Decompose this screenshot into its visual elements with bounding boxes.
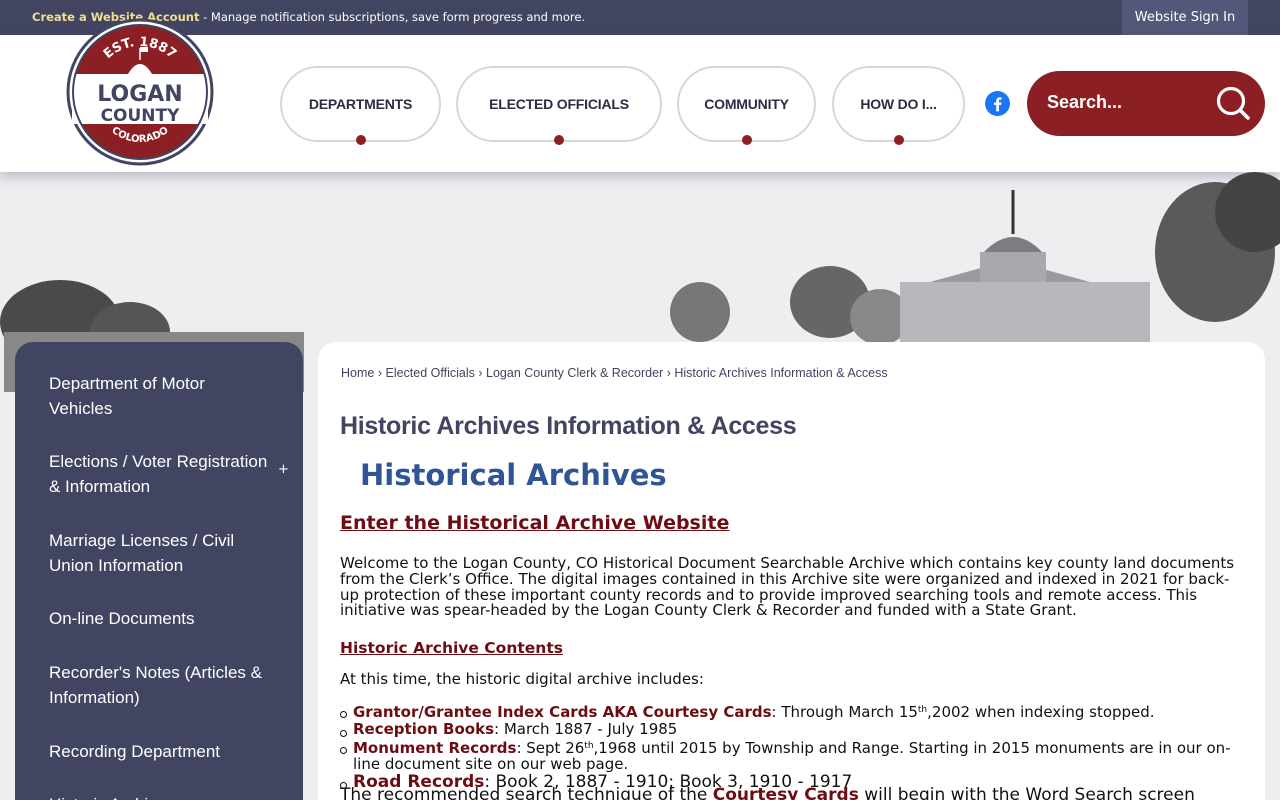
tail-text: will begin with the Word Search screen bbox=[858, 785, 1195, 800]
search-icon[interactable] bbox=[1214, 84, 1252, 122]
nav-dot bbox=[741, 135, 752, 145]
sidebar-item-recording-department[interactable]: Recording Department bbox=[49, 739, 269, 764]
main-content: Home › Elected Officials › Logan County … bbox=[318, 342, 1265, 800]
archive-contents-link[interactable]: Historic Archive Contents bbox=[340, 639, 563, 657]
breadcrumb-home[interactable]: Home bbox=[341, 366, 374, 380]
nav-how-do-i-label: HOW DO I... bbox=[860, 96, 937, 112]
breadcrumb: Home › Elected Officials › Logan County … bbox=[341, 366, 888, 380]
breadcrumb-separator: › bbox=[377, 366, 382, 380]
nav-dot bbox=[554, 135, 564, 145]
sidebar-item-recorders-notes[interactable]: Recorder's Notes (Articles & Information… bbox=[49, 660, 269, 710]
nav-community-label: COMMUNITY bbox=[704, 96, 789, 112]
sidebar-item-elections[interactable]: Elections / Voter Registration & Informa… bbox=[49, 449, 269, 499]
welcome-paragraph: Welcome to the Logan County, CO Historic… bbox=[340, 554, 1235, 620]
list-item-title[interactable]: Grantor/Grantee Index Cards AKA Courtesy… bbox=[353, 703, 772, 721]
logo-name-line2: COUNTY bbox=[101, 106, 181, 126]
facebook-icon[interactable] bbox=[985, 91, 1010, 116]
archive-contents-list: Grantor/Grantee Index Cards AKA Courtesy… bbox=[340, 702, 1245, 793]
nav-elected-officials-label: ELECTED OFFICIALS bbox=[489, 96, 629, 112]
courtesy-cards-link[interactable]: Courtesy Cards bbox=[713, 785, 859, 800]
nav-community[interactable]: COMMUNITY bbox=[677, 66, 816, 145]
breadcrumb-elected-officials[interactable]: Elected Officials bbox=[385, 366, 474, 380]
breadcrumb-clerk-recorder[interactable]: Logan County Clerk & Recorder bbox=[486, 366, 663, 380]
tail-text: The recommended search technique of the bbox=[340, 785, 713, 800]
search-technique-text: The recommended search technique of the … bbox=[340, 785, 1245, 800]
breadcrumb-separator: › bbox=[478, 366, 483, 380]
sidebar-item-online-documents[interactable]: On-line Documents bbox=[49, 606, 269, 631]
enter-archive-link[interactable]: Enter the Historical Archive Website bbox=[340, 512, 729, 534]
sidebar-item-historic-archives[interactable]: Historic Archives bbox=[49, 792, 269, 800]
search-input[interactable]: Search... bbox=[1047, 92, 1122, 113]
sign-in-button[interactable]: Website Sign In bbox=[1122, 0, 1248, 35]
section-heading: Historical Archives bbox=[360, 458, 667, 492]
breadcrumb-separator: › bbox=[666, 366, 671, 380]
list-item-text: : March 1887 - July 1985 bbox=[494, 720, 678, 738]
account-message-text: - Manage notification subscriptions, sav… bbox=[199, 10, 586, 24]
logo-name-line1: LOGAN bbox=[97, 82, 182, 107]
list-item-text: : Through March 15 bbox=[771, 703, 918, 721]
list-item-sup: th bbox=[917, 705, 928, 715]
list-item-text: ,2002 when indexing stopped. bbox=[927, 703, 1155, 721]
nav-elected-officials[interactable]: ELECTED OFFICIALS bbox=[456, 66, 662, 145]
nav-departments[interactable]: DEPARTMENTS bbox=[280, 66, 441, 145]
expand-icon[interactable]: + bbox=[278, 462, 289, 477]
list-item: Grantor/Grantee Index Cards AKA Courtesy… bbox=[340, 702, 1245, 720]
list-item-sup: th bbox=[584, 741, 594, 751]
list-item: Monument Records: Sept 26th,1968 until 2… bbox=[340, 738, 1245, 772]
nav-departments-label: DEPARTMENTS bbox=[308, 96, 413, 112]
nav-dot bbox=[355, 135, 366, 145]
list-item: Reception Books: March 1887 - July 1985 bbox=[340, 721, 1245, 737]
search-box[interactable]: Search... bbox=[1027, 71, 1265, 136]
list-item-title[interactable]: Reception Books bbox=[353, 720, 494, 738]
sidebar-nav: Department of Motor Vehicles Elections /… bbox=[15, 342, 303, 800]
county-logo[interactable]: EST. 1887 LOGAN COUNTY COLORADO bbox=[66, 18, 214, 166]
sidebar-item-marriage-licenses[interactable]: Marriage Licenses / Civil Union Informat… bbox=[49, 528, 269, 578]
page-title: Historic Archives Information & Access bbox=[340, 412, 797, 440]
nav-how-do-i[interactable]: HOW DO I... bbox=[832, 66, 965, 145]
sidebar-item-motor-vehicles[interactable]: Department of Motor Vehicles bbox=[49, 371, 269, 421]
nav-dot bbox=[893, 135, 904, 145]
breadcrumb-current[interactable]: Historic Archives Information & Access bbox=[674, 366, 887, 380]
archive-intro-text: At this time, the historic digital archi… bbox=[340, 670, 704, 688]
